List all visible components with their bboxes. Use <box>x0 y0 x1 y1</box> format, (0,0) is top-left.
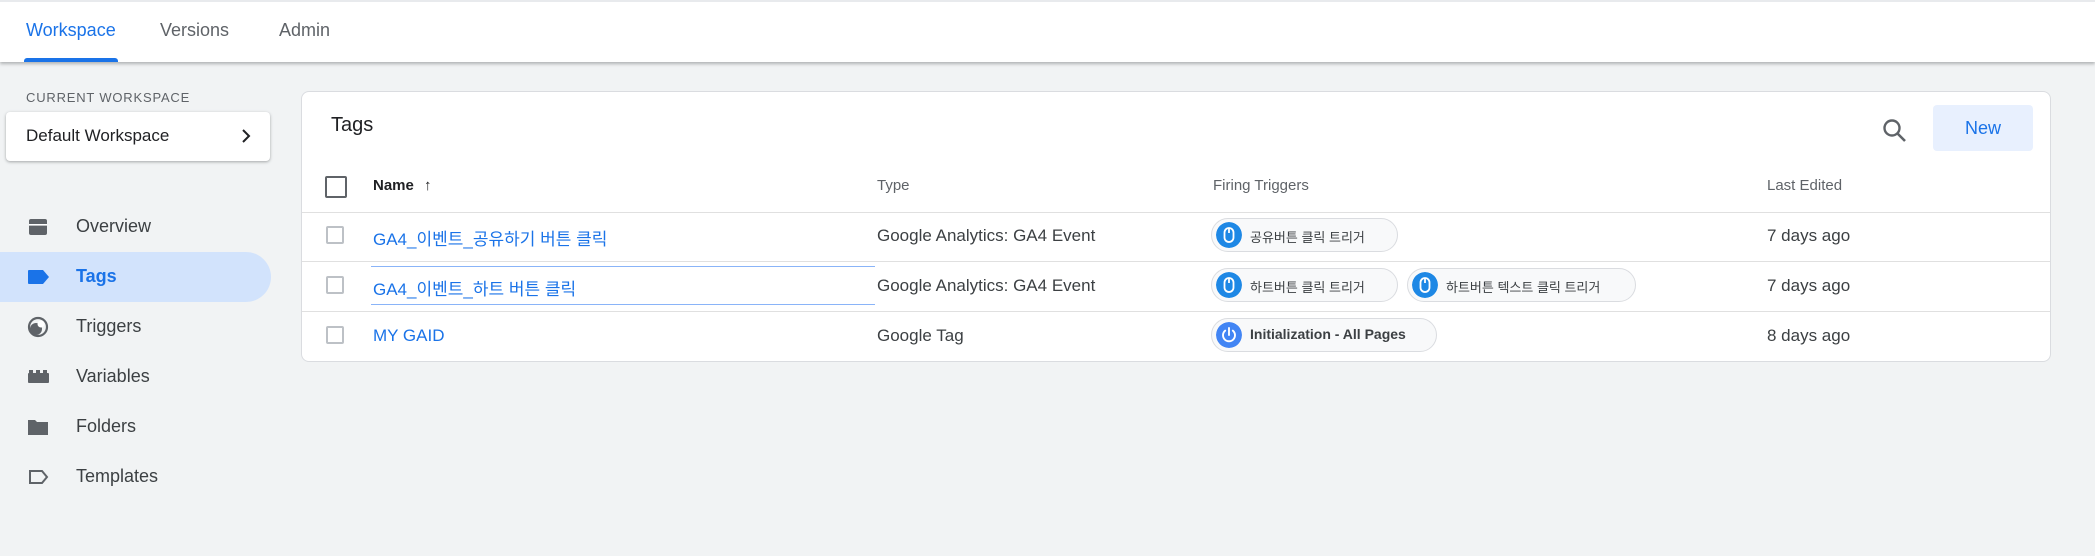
chevron-right-icon <box>242 129 251 143</box>
sidebar-item-folders[interactable]: Folders <box>0 402 271 452</box>
click-trigger-icon <box>1216 272 1242 298</box>
select-all-checkbox[interactable] <box>325 176 347 198</box>
trigger-chip[interactable]: 공유버튼 클릭 트리거 <box>1211 218 1398 252</box>
column-header-name-label: Name <box>373 177 414 194</box>
column-header-type: Type <box>877 177 910 194</box>
folder-icon <box>28 420 48 435</box>
sidebar-item-label: Templates <box>76 466 159 486</box>
sidebar-item-tags[interactable]: Tags <box>0 252 271 302</box>
active-tab-indicator <box>24 58 118 62</box>
workspace-name: Default Workspace <box>26 126 170 145</box>
column-header-name[interactable]: Name ↑ <box>373 177 432 194</box>
sidebar-item-triggers[interactable]: Triggers <box>0 302 271 352</box>
row-divider <box>302 311 2050 312</box>
click-trigger-icon <box>1216 222 1242 248</box>
template-icon <box>29 470 49 484</box>
sidebar-item-label: Folders <box>76 416 137 436</box>
trigger-chip-label: 공유버튼 클릭 트리거 <box>1250 230 1365 245</box>
trigger-chip[interactable]: Initialization - All Pages <box>1211 318 1437 352</box>
new-tag-button[interactable]: New <box>1933 105 2033 151</box>
tab-admin[interactable]: Admin <box>277 20 332 41</box>
tag-icon <box>28 270 49 284</box>
sidebar-item-label: Triggers <box>76 316 142 336</box>
sidebar-item-label: Tags <box>76 266 117 286</box>
inbox-icon <box>29 219 47 235</box>
trigger-icon <box>27 316 49 338</box>
tag-type: Google Analytics: GA4 Event <box>877 276 1096 295</box>
tag-name-link[interactable]: GA4_이벤트_공유하기 버튼 클릭 <box>373 225 607 250</box>
page-title: Tags <box>331 114 374 136</box>
row-checkbox[interactable] <box>326 276 344 294</box>
tab-workspace[interactable]: Workspace <box>24 20 118 41</box>
workspace-selector[interactable]: Default Workspace <box>6 112 270 161</box>
tag-type: Google Tag <box>877 326 964 345</box>
tag-name-link[interactable]: GA4_이벤트_하트 버튼 클릭 <box>373 275 576 300</box>
current-workspace-label: CURRENT WORKSPACE <box>26 90 191 105</box>
tags-card: Tags New Name ↑ Type Firing Triggers Las… <box>301 91 2051 362</box>
trigger-chip-label: 하트버튼 클릭 트리거 <box>1250 280 1365 295</box>
tag-name-link[interactable]: MY GAID <box>373 326 444 346</box>
column-header-last-edited: Last Edited <box>1767 177 1843 194</box>
row-divider <box>302 261 2050 262</box>
sidebar-item-overview[interactable]: Overview <box>0 202 271 252</box>
trigger-chip[interactable]: 하트버튼 클릭 트리거 <box>1211 268 1398 302</box>
column-header-firing-triggers: Firing Triggers <box>1213 177 1309 194</box>
click-trigger-icon <box>1412 272 1438 298</box>
row-divider <box>302 212 2050 213</box>
tab-versions[interactable]: Versions <box>158 20 231 41</box>
sort-ascending-icon: ↑ <box>424 177 432 194</box>
trigger-chip-label: Initialization - All Pages <box>1250 326 1406 342</box>
row-checkbox[interactable] <box>326 226 344 244</box>
tag-type: Google Analytics: GA4 Event <box>877 226 1096 245</box>
focus-outline-top <box>371 266 875 267</box>
sidebar-item-label: Variables <box>76 366 150 386</box>
sidebar-item-templates[interactable]: Templates <box>0 452 271 502</box>
search-icon[interactable] <box>1878 114 1912 148</box>
sidebar-item-label: Overview <box>76 216 152 236</box>
last-edited: 8 days ago <box>1767 326 1851 345</box>
last-edited: 7 days ago <box>1767 226 1851 245</box>
row-checkbox[interactable] <box>326 326 344 344</box>
last-edited: 7 days ago <box>1767 276 1851 295</box>
sidebar-item-variables[interactable]: Variables <box>0 352 271 402</box>
top-navigation: Workspace Versions Admin <box>0 0 2095 62</box>
variables-icon <box>28 370 49 383</box>
power-icon <box>1216 322 1242 348</box>
trigger-chip-label: 하트버튼 텍스트 클릭 트리거 <box>1446 280 1601 295</box>
focus-outline-bottom <box>371 304 875 305</box>
trigger-chip[interactable]: 하트버튼 텍스트 클릭 트리거 <box>1407 268 1636 302</box>
